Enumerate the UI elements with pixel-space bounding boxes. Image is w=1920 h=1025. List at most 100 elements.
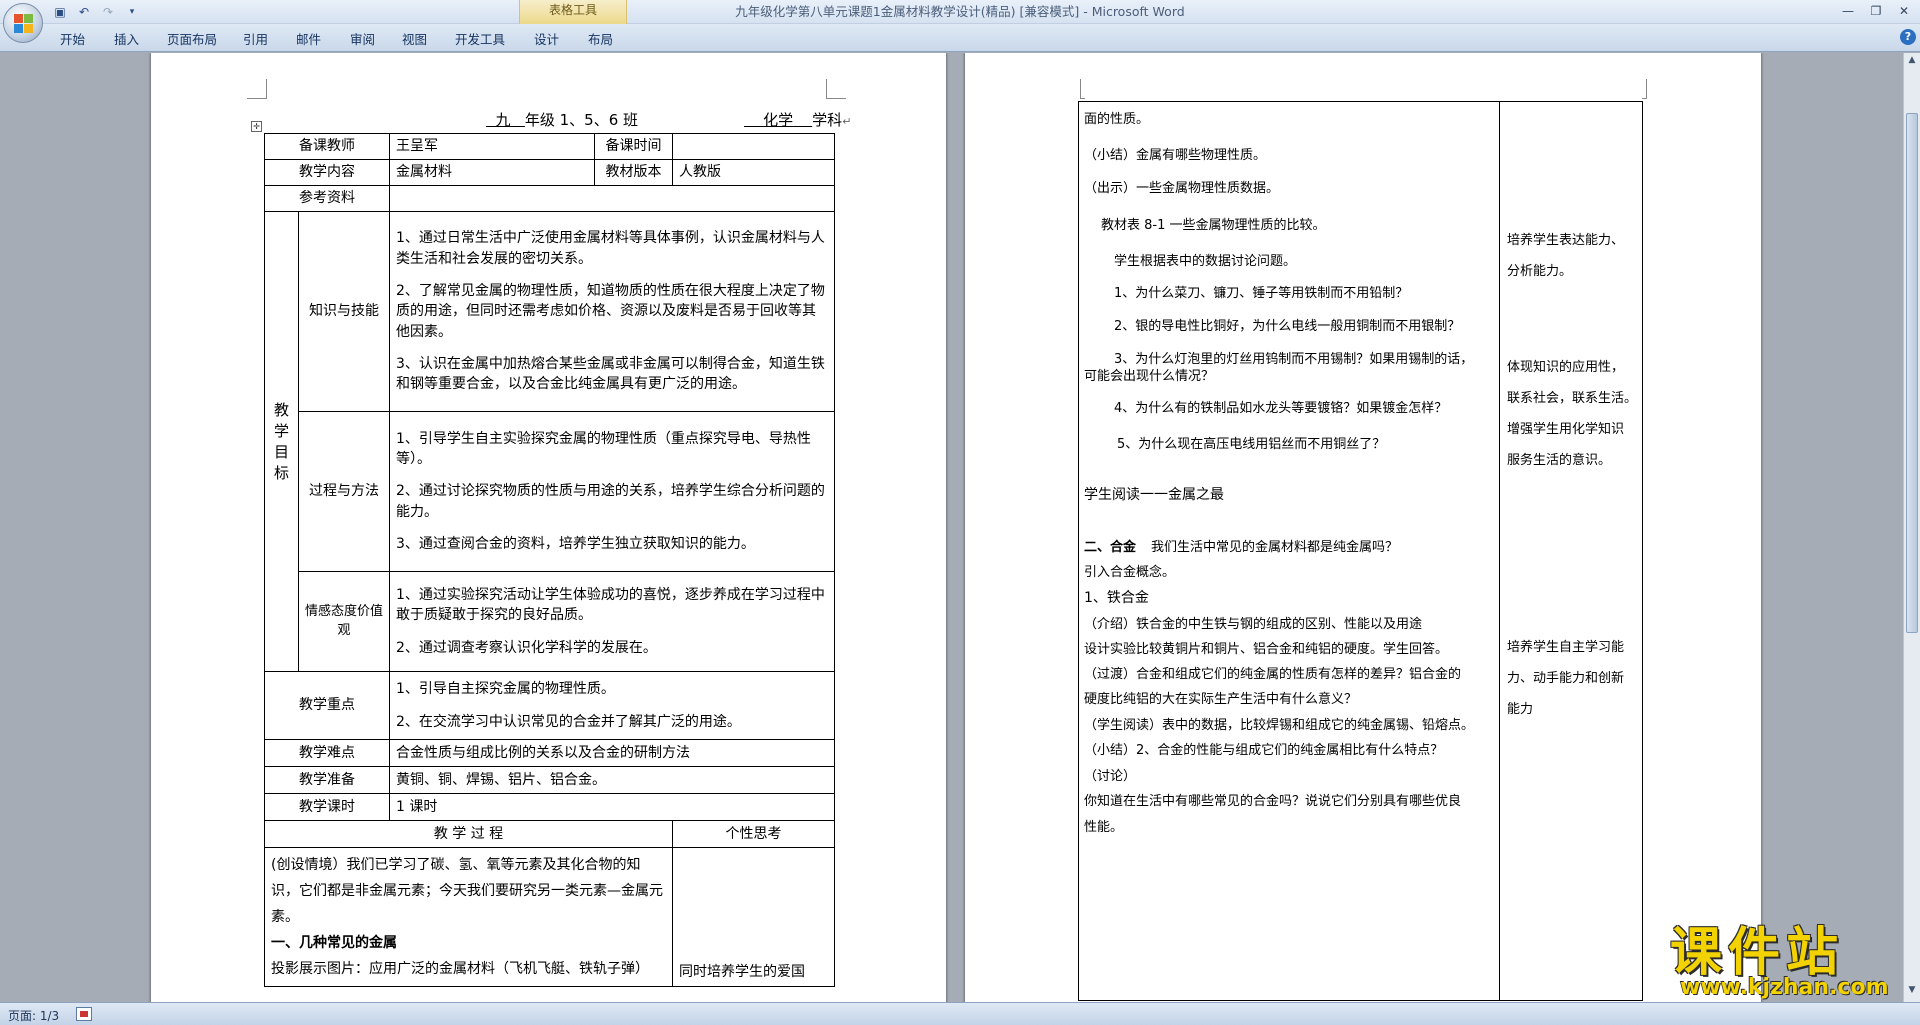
quick-access-toolbar: ▣ ↶ ↷ ▾ <box>52 3 140 21</box>
prep-value[interactable]: 黄铜、铜、焊锡、铝片、铝合金。 <box>389 766 835 794</box>
knowledge-content[interactable]: 1、通过日常生活中广泛使用金属材料等具体事例，认识金属材料与人类生活和社会发展的… <box>389 211 835 412</box>
key-point-1: 1、引导自主探究金属的物理性质。 <box>396 681 615 698</box>
p2-line-19: （过渡）合金和组成它们的纯金属的性质有怎样的差异？铝合金的 <box>1084 667 1462 682</box>
tab-page-layout[interactable]: 页面布局 <box>167 29 217 48</box>
time-value[interactable] <box>672 133 835 160</box>
note-2: 体现知识的应用性， 联系社会，联系生活。 增强学生用化学知识 服务生活的意识。 <box>1507 352 1642 476</box>
edition-value[interactable]: 人教版 <box>672 159 835 186</box>
page-2[interactable]: 面的性质。 （小结）金属有哪些物理性质。 （出示）一些金属物理性质数据。 教材表… <box>965 53 1761 1002</box>
scroll-down-icon[interactable]: ▼ <box>1906 985 1918 999</box>
knowledge-item-2: 2、了解常见金属的物理性质，知道物质的性质在很大程度上决定了物质的用途，但同时还… <box>396 283 825 340</box>
tab-developer[interactable]: 开发工具 <box>455 29 505 48</box>
office-button[interactable] <box>3 3 43 43</box>
undo-icon[interactable]: ↶ <box>76 4 92 20</box>
p2-line-1: 面的性质。 <box>1084 112 1150 127</box>
watermark-url: www.kjzhan.com <box>1680 975 1889 1000</box>
method-label: 过程与方法 <box>298 411 390 572</box>
office-logo-icon <box>14 14 34 34</box>
p2-line-18: 设计实验比较黄铜片和铜片、铝合金和纯铝的硬度。学生回答。 <box>1084 642 1449 657</box>
p2-line-15: 引入合金概念。 <box>1084 565 1176 580</box>
scroll-thumb[interactable] <box>1906 113 1918 633</box>
reference-value[interactable] <box>389 185 835 212</box>
tab-home[interactable]: 开始 <box>60 29 85 48</box>
hours-value[interactable]: 1 课时 <box>389 793 835 821</box>
key-point-label: 教学重点 <box>264 671 390 740</box>
continued-table[interactable]: 面的性质。 （小结）金属有哪些物理性质。 （出示）一些金属物理性质数据。 教材表… <box>1078 101 1643 1001</box>
content-value[interactable]: 金属材料 <box>389 159 595 186</box>
note-3: 培养学生自主学习能 力、动手能力和创新 能力 <box>1507 632 1642 725</box>
emotion-content[interactable]: 1、通过实验探究活动让学生体验成功的喜悦，逐步养成在学习过程中敢于质疑敢于探究的… <box>389 571 835 672</box>
crop-mark <box>1080 79 1085 99</box>
reference-label: 参考资料 <box>264 185 390 212</box>
site-watermark: 课件站 www.kjzhan.com <box>1670 925 1900 1000</box>
reflection-note: 同时培养学生的爱国 <box>679 963 805 980</box>
knowledge-item-3: 3、认识在金属中加热熔合某些金属或非金属可以制得合金，知道生铁和钢等重要合金，以… <box>396 355 825 393</box>
p2-line-16: 1、铁合金 <box>1084 590 1149 606</box>
difficulty-label: 教学难点 <box>264 739 390 767</box>
save-icon[interactable]: ▣ <box>52 4 68 20</box>
note-2-line-4: 服务生活的意识。 <box>1507 453 1612 468</box>
title-bar: ▣ ↶ ↷ ▾ 表格工具 九年级化学第八单元课题1金属材料教学设计(精品) [兼… <box>0 0 1920 24</box>
knowledge-item-1: 1、通过日常生活中广泛使用金属材料等具体事例，认识金属材料与人类生活和社会发展的… <box>396 230 825 267</box>
emotion-item-2: 2、通过调查考察认识化学科学的发展在。 <box>396 639 657 656</box>
hours-label: 教学课时 <box>264 793 390 821</box>
document-area[interactable]: 九 年级 1、5、6 班 化学 学科↵ ✛ 备课教师 王呈军 备课时间 教学内容… <box>0 53 1903 1002</box>
tab-review[interactable]: 审阅 <box>350 29 375 48</box>
tab-view[interactable]: 视图 <box>402 29 427 48</box>
page-indicator[interactable]: 页面: 1/3 <box>8 1007 59 1024</box>
process-slide-note: 投影展示图片：应用广泛的金属材料（飞机飞艇、铁轨子弹） <box>271 961 649 977</box>
p2-line-14: 我们生活中常见的金属材料都是纯金属吗？ <box>1151 540 1399 555</box>
close-icon[interactable]: ✕ <box>1892 2 1916 20</box>
customize-qat-icon[interactable]: ▾ <box>124 4 140 20</box>
note-1-line-1: 培养学生表达能力、 <box>1507 233 1625 248</box>
table-tools-context: 表格工具 <box>519 0 627 24</box>
method-item-3: 3、通过查阅合金的资料，培养学生独立获取知识的能力。 <box>396 535 755 552</box>
tab-insert[interactable]: 插入 <box>114 29 139 48</box>
key-point-content[interactable]: 1、引导自主探究金属的物理性质。 2、在交流学习中认识常见的合金并了解其广泛的用… <box>389 671 835 740</box>
tab-mailings[interactable]: 邮件 <box>296 29 321 48</box>
method-item-1: 1、引导学生自主实验探究金属的物理性质（重点探究导电、导热性等）。 <box>396 430 811 468</box>
p2-line-17: （介绍）铁合金的中生铁与钢的组成的区别、性能以及用途 <box>1084 617 1423 632</box>
key-point-2: 2、在交流学习中认识常见的合金并了解其广泛的用途。 <box>396 713 741 730</box>
window-title: 九年级化学第八单元课题1金属材料教学设计(精品) [兼容模式] - Micros… <box>735 4 1185 19</box>
p2-line-12: 学生阅读一一金属之最 <box>1084 487 1224 503</box>
minimize-icon[interactable]: — <box>1836 2 1860 20</box>
process-content[interactable]: (创设情境）我们已学习了碳、氢、氧等元素及其化合物的知识，它们都是非金属元素；今… <box>264 847 673 987</box>
process-intro: (创设情境）我们已学习了碳、氢、氧等元素及其化合物的知识，它们都是非金属元素；今… <box>271 857 663 925</box>
crop-mark <box>826 79 846 99</box>
p2-line-7: 2、银的导电性比铜好，为什么电线一般用铜制而不用银制？ <box>1114 319 1461 334</box>
reflection-content[interactable]: 同时培养学生的爱国 <box>672 847 835 987</box>
p2-line-23: （讨论） <box>1084 769 1137 784</box>
content-label: 教学内容 <box>264 159 390 186</box>
p2-line-10: 4、为什么有的铁制品如水龙头等要镀铬？如果镀金怎样？ <box>1114 401 1448 416</box>
note-2-line-3: 增强学生用化学知识 <box>1507 422 1625 437</box>
tab-layout[interactable]: 布局 <box>588 29 613 48</box>
method-content[interactable]: 1、引导学生自主实验探究金属的物理性质（重点探究导电、导热性等）。 2、通过讨论… <box>389 411 835 572</box>
note-1: 培养学生表达能力、 分析能力。 <box>1507 225 1642 287</box>
watermark-main: 课件站 <box>1670 923 1845 983</box>
help-icon[interactable]: ? <box>1900 29 1916 45</box>
page-1[interactable]: 九 年级 1、5、6 班 化学 学科↵ ✛ 备课教师 王呈军 备课时间 教学内容… <box>151 53 946 1002</box>
p2-line-6: 1、为什么菜刀、镰刀、锤子等用铁制而不用铅制？ <box>1114 286 1409 301</box>
subject-text: 化学 学科↵ <box>763 111 852 129</box>
table-move-handle-icon[interactable]: ✛ <box>251 121 262 132</box>
scroll-up-icon[interactable]: ▲ <box>1906 55 1918 69</box>
time-label: 备课时间 <box>594 133 673 160</box>
lesson-plan-table[interactable]: 备课教师 王呈军 备课时间 教学内容 金属材料 教材版本 人教版 参考资料 教学… <box>264 133 835 987</box>
tab-references[interactable]: 引用 <box>243 29 268 48</box>
note-3-line-1: 培养学生自主学习能 <box>1507 640 1625 655</box>
vertical-scrollbar[interactable]: ▲ ▼ <box>1903 53 1920 1002</box>
prep-label: 教学准备 <box>264 766 390 794</box>
redo-icon[interactable]: ↷ <box>100 4 116 20</box>
p2-line-20: 硬度比纯铝的大在实际生产生活中有什么意义？ <box>1084 692 1358 707</box>
p2-line-21: （学生阅读）表中的数据，比较焊锡和组成它的纯金属锡、铅熔点。 <box>1084 718 1475 733</box>
teacher-value[interactable]: 王呈军 <box>389 133 595 160</box>
difficulty-value[interactable]: 合金性质与组成比例的关系以及合金的研制方法 <box>389 739 835 767</box>
restore-icon[interactable]: ❐ <box>1864 2 1888 20</box>
tab-design[interactable]: 设计 <box>534 29 559 48</box>
note-1-line-2: 分析能力。 <box>1507 264 1573 279</box>
knowledge-label: 知识与技能 <box>298 211 390 412</box>
goals-label-cell: 教学目标 <box>264 211 299 672</box>
proofing-icon[interactable] <box>76 1007 92 1021</box>
note-3-line-2: 力、动手能力和创新 <box>1507 671 1625 686</box>
